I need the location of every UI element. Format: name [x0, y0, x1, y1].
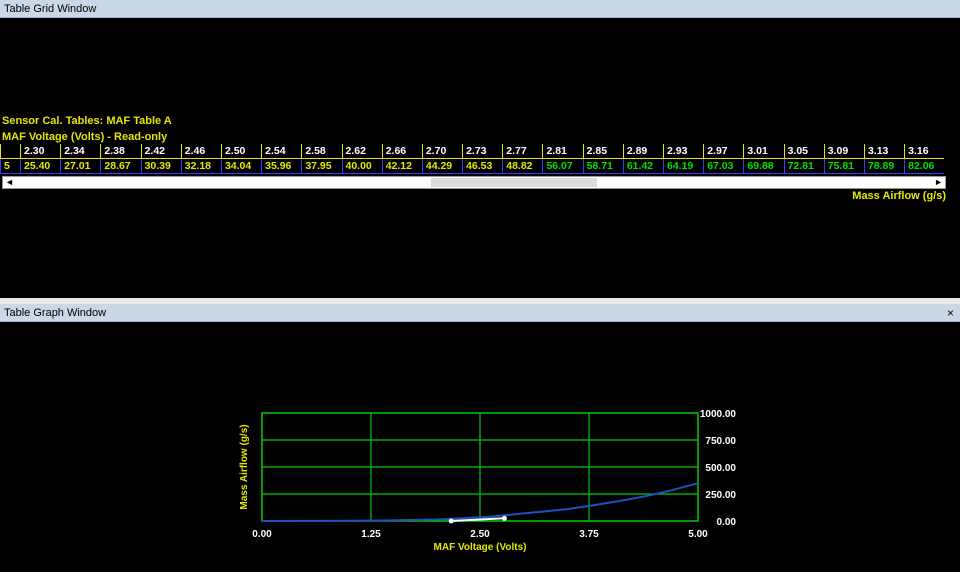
selected-point[interactable] — [501, 515, 507, 521]
column-header-cell[interactable]: 2.62 — [341, 144, 382, 159]
value-cell[interactable]: 27.01 — [60, 159, 101, 174]
column-header-cell[interactable]: 2.30 — [20, 144, 61, 159]
x-tick-label: 3.75 — [579, 529, 599, 540]
grid-window-titlebar: Table Grid Window — [0, 0, 960, 18]
value-cell[interactable]: 61.42 — [622, 159, 663, 174]
x-tick-label: 2.50 — [470, 529, 490, 540]
column-header-cell[interactable]: 2.38 — [100, 144, 141, 159]
z-axis-label: Mass Airflow (g/s) — [852, 190, 946, 202]
value-cell[interactable]: 25.40 — [20, 159, 61, 174]
y-tick-label: 250.00 — [705, 490, 736, 501]
column-header-cell[interactable]: 3.13 — [863, 144, 905, 159]
axis-title: MAF Voltage (Volts) - Read-only — [2, 131, 168, 143]
column-header-cell[interactable]: 2.97 — [703, 144, 744, 159]
scroll-left-arrow-icon[interactable]: ◄ — [5, 177, 14, 187]
column-header-cell[interactable]: 2.81 — [542, 144, 583, 159]
value-cell[interactable]: 40.00 — [341, 159, 382, 174]
value-cell[interactable]: 67.03 — [703, 159, 744, 174]
x-tick-label: 1.25 — [361, 529, 381, 540]
table-graph: 0.00 1.25 2.50 3.75 5.00 0.00 250.00 500.00 750.… — [239, 409, 737, 553]
row-label: 5 — [0, 159, 20, 174]
column-header-cell[interactable]: 2.93 — [663, 144, 704, 159]
selected-point[interactable] — [448, 518, 454, 524]
column-header-row: 2.30 2.34 2.38 2.42 2.46 2.50 2.54 2.58 2.62 2.66… — [0, 144, 945, 159]
column-header-cell[interactable]: 2.54 — [261, 144, 302, 159]
value-cell[interactable]: 30.39 — [140, 159, 181, 174]
column-header-cell[interactable]: 2.89 — [622, 144, 663, 159]
value-cell[interactable]: 78.89 — [863, 159, 905, 174]
column-header-cell[interactable]: 2.50 — [220, 144, 262, 159]
table-grid-pane: Sensor Cal. Tables: MAF Table A MAF Volt… — [0, 18, 960, 298]
column-header-cell[interactable]: 2.42 — [140, 144, 181, 159]
column-header-cell[interactable]: 3.05 — [783, 144, 824, 159]
value-cell[interactable]: 44.29 — [421, 159, 463, 174]
value-cell[interactable]: 28.67 — [100, 159, 141, 174]
column-header-cell[interactable]: 2.66 — [381, 144, 422, 159]
value-cell[interactable]: 35.96 — [261, 159, 302, 174]
table-graph-pane: 0.00 1.25 2.50 3.75 5.00 0.00 250.00 500.00 750.… — [0, 322, 960, 567]
column-header-cell[interactable]: 3.09 — [823, 144, 864, 159]
value-cell[interactable]: 48.82 — [502, 159, 543, 174]
column-header-cell[interactable]: 2.70 — [421, 144, 463, 159]
column-header-cell[interactable]: 2.58 — [301, 144, 342, 159]
column-header-cell[interactable]: 3.16 — [904, 144, 945, 159]
value-row: 5 25.40 27.01 28.67 30.39 32.18 34.04 35.96 37.… — [0, 159, 945, 174]
value-cell[interactable]: 72.81 — [783, 159, 824, 174]
graph-window-title: Table Graph Window — [4, 307, 107, 319]
value-cell[interactable]: 34.04 — [220, 159, 262, 174]
graph-window-titlebar: Table Graph Window × — [0, 304, 960, 322]
x-tick-label: 5.00 — [688, 529, 708, 540]
column-header-cell[interactable]: 2.34 — [60, 144, 101, 159]
value-cell[interactable]: 42.12 — [381, 159, 422, 174]
scroll-thumb[interactable] — [431, 178, 597, 187]
x-axis-label: MAF Voltage (Volts) — [434, 542, 527, 553]
value-cell[interactable]: 56.07 — [542, 159, 583, 174]
value-cell[interactable]: 69.88 — [743, 159, 784, 174]
value-cell[interactable]: 58.71 — [582, 159, 623, 174]
column-header-cell[interactable]: 2.46 — [180, 144, 221, 159]
y-tick-label: 1000.00 — [700, 409, 737, 420]
y-tick-label: 750.00 — [705, 436, 736, 447]
scroll-right-arrow-icon[interactable]: ► — [934, 177, 943, 187]
value-cell[interactable]: 75.81 — [823, 159, 864, 174]
value-cell[interactable]: 82.06 — [904, 159, 945, 174]
grid-window-title: Table Grid Window — [4, 3, 97, 15]
horizontal-scrollbar[interactable]: ◄ ► — [2, 176, 946, 189]
x-tick-label: 0.00 — [252, 529, 272, 540]
y-tick-label: 0.00 — [717, 517, 737, 528]
row-header-corner — [0, 144, 20, 159]
y-axis-label: Mass Airflow (g/s) — [239, 424, 250, 509]
table-title: Sensor Cal. Tables: MAF Table A — [2, 115, 172, 127]
value-cell[interactable]: 37.95 — [301, 159, 342, 174]
value-cell[interactable]: 64.19 — [663, 159, 704, 174]
column-header-cell[interactable]: 2.77 — [502, 144, 543, 159]
value-cell[interactable]: 32.18 — [180, 159, 221, 174]
y-tick-label: 500.00 — [705, 463, 736, 474]
column-header-cell[interactable]: 2.85 — [582, 144, 623, 159]
value-cell[interactable]: 46.53 — [462, 159, 503, 174]
column-header-cell[interactable]: 3.01 — [743, 144, 784, 159]
column-header-cell[interactable]: 2.73 — [462, 144, 503, 159]
close-icon[interactable]: × — [947, 304, 954, 322]
